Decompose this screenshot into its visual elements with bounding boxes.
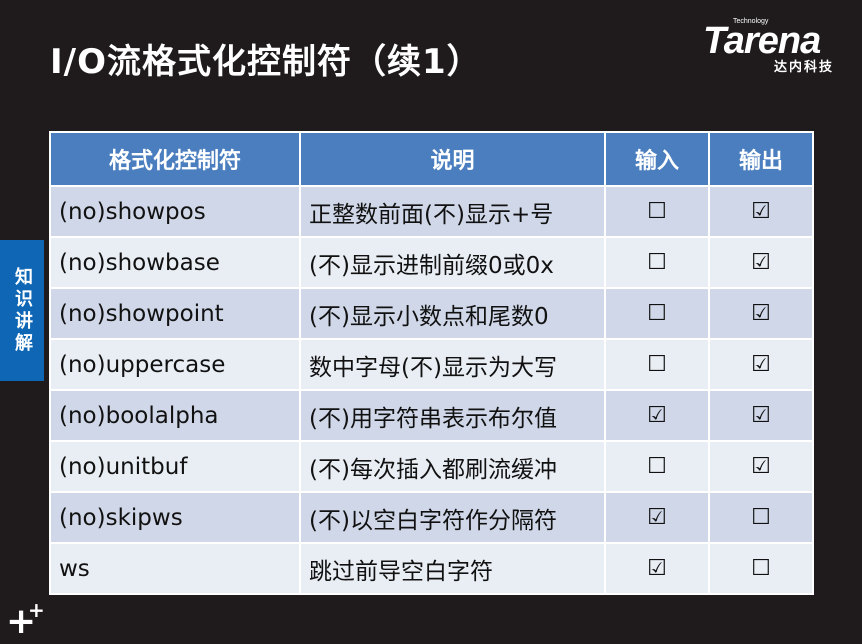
table-row: ws 跳过前导空白字符 ☑ ☐ — [49, 542, 814, 595]
table-row: (no)showpos 正整数前面(不)显示+号 ☐ ☑ — [49, 185, 814, 238]
header-manipulator: 格式化控制符 — [49, 131, 301, 187]
table-row: (no)showbase (不)显示进制前缀0或0x ☐ ☑ — [49, 236, 814, 289]
manipulator-name: (no)uppercase — [49, 338, 301, 391]
output-checkbox-icon: ☑ — [708, 440, 814, 493]
plus-small-icon: + — [28, 598, 45, 622]
table-row: (no)boolalpha (不)用字符串表示布尔值 ☑ ☑ — [49, 389, 814, 442]
output-checkbox-icon: ☐ — [708, 542, 814, 595]
manipulator-description: 跳过前导空白字符 — [299, 542, 606, 595]
output-checkbox-icon: ☐ — [708, 491, 814, 544]
manipulator-description: (不)每次插入都刷流缓冲 — [299, 440, 606, 493]
output-checkbox-icon: ☑ — [708, 338, 814, 391]
input-checkbox-icon: ☐ — [604, 185, 710, 238]
input-checkbox-icon: ☐ — [604, 338, 710, 391]
manipulator-name: (no)skipws — [49, 491, 301, 544]
manipulator-name: (no)unitbuf — [49, 440, 301, 493]
logo-subtitle: 达内科技 — [774, 60, 835, 75]
input-checkbox-icon: ☐ — [604, 236, 710, 289]
knowledge-side-tab: 知识讲解 — [0, 240, 44, 381]
table-row: (no)skipws (不)以空白字符作分隔符 ☑ ☐ — [49, 491, 814, 544]
tarena-logo: Technology Tarena 达内科技 — [700, 14, 852, 75]
manipulator-name: (no)showbase — [49, 236, 301, 289]
output-checkbox-icon: ☑ — [708, 185, 814, 238]
input-checkbox-icon: ☑ — [604, 542, 710, 595]
manipulator-name: ws — [49, 542, 301, 595]
input-checkbox-icon: ☑ — [604, 491, 710, 544]
manipulator-name: (no)boolalpha — [49, 389, 301, 442]
manipulator-description: 正整数前面(不)显示+号 — [299, 185, 606, 238]
manipulator-description: (不)显示进制前缀0或0x — [299, 236, 606, 289]
format-manipulator-table: 格式化控制符 说明 输入 输出 (no)showpos 正整数前面(不)显示+号… — [49, 131, 814, 595]
input-checkbox-icon: ☑ — [604, 389, 710, 442]
header-input: 输入 — [604, 131, 710, 187]
logo-wordmark: Tarena — [703, 20, 821, 62]
manipulator-description: (不)用字符串表示布尔值 — [299, 389, 606, 442]
manipulator-description: (不)以空白字符作分隔符 — [299, 491, 606, 544]
manipulator-description: (不)显示小数点和尾数0 — [299, 287, 606, 340]
input-checkbox-icon: ☐ — [604, 440, 710, 493]
output-checkbox-icon: ☑ — [708, 287, 814, 340]
output-checkbox-icon: ☑ — [708, 236, 814, 289]
manipulator-name: (no)showpoint — [49, 287, 301, 340]
manipulator-description: 数中字母(不)显示为大写 — [299, 338, 606, 391]
table-header-row: 格式化控制符 说明 输入 输出 — [49, 131, 814, 187]
header-output: 输出 — [708, 131, 814, 187]
header-description: 说明 — [299, 131, 606, 187]
output-checkbox-icon: ☑ — [708, 389, 814, 442]
manipulator-name: (no)showpos — [49, 185, 301, 238]
table-row: (no)showpoint (不)显示小数点和尾数0 ☐ ☑ — [49, 287, 814, 340]
slide-title: I/O流格式化控制符（续1） — [50, 42, 482, 82]
table-row: (no)uppercase 数中字母(不)显示为大写 ☐ ☑ — [49, 338, 814, 391]
table-row: (no)unitbuf (不)每次插入都刷流缓冲 ☐ ☑ — [49, 440, 814, 493]
input-checkbox-icon: ☐ — [604, 287, 710, 340]
